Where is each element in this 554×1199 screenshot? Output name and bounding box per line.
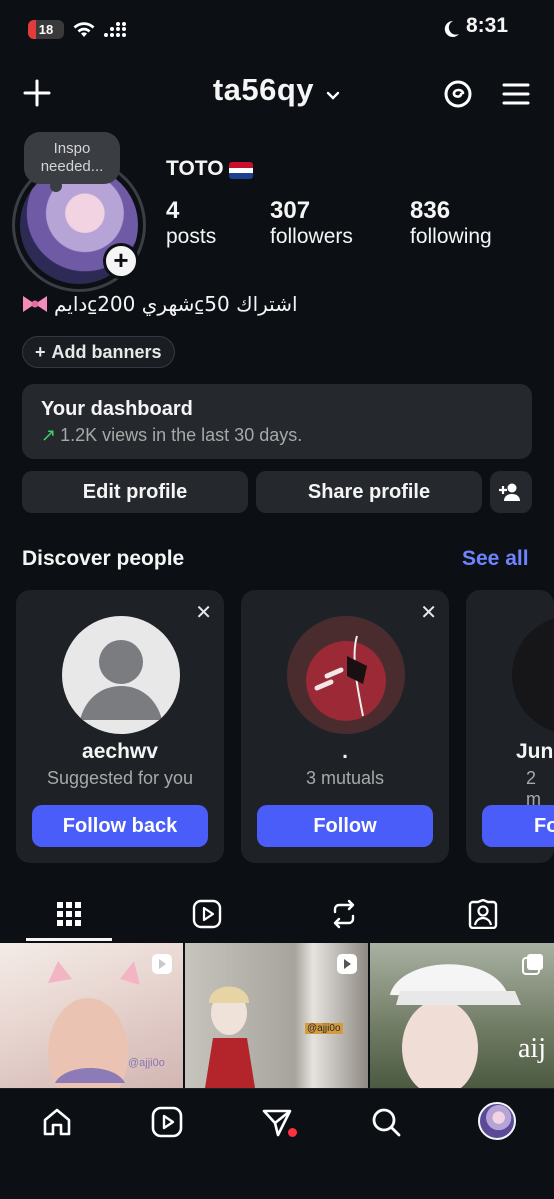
add-story-icon[interactable]: + <box>103 243 139 279</box>
search-icon[interactable] <box>366 1102 406 1142</box>
tab-reposts[interactable] <box>324 894 364 934</box>
close-icon[interactable]: ✕ <box>420 600 437 625</box>
stat-posts[interactable]: 4 posts <box>166 197 216 249</box>
plus-icon: + <box>35 341 46 362</box>
tab-grid[interactable] <box>49 894 89 934</box>
discover-title: Discover people <box>22 547 185 570</box>
dashboard-card[interactable]: Your dashboard ↗ 1.2K views in the last 3… <box>22 384 532 459</box>
suggestion-name: aechwv <box>82 740 158 763</box>
display-name: TOTO <box>166 157 224 180</box>
note-bubble[interactable]: Inspo needed... <box>24 132 120 192</box>
add-person-icon <box>499 483 520 501</box>
bow-icon <box>20 292 50 321</box>
post-thumbnail[interactable]: @ajji0o <box>0 943 183 1088</box>
avatar[interactable] <box>512 616 554 734</box>
suggestion-name: Jun <box>516 740 554 763</box>
username: ta56qy <box>212 72 315 107</box>
netherlands-flag-icon <box>229 162 253 179</box>
notification-dot <box>288 1128 297 1137</box>
follow-button[interactable]: Follow <box>257 805 433 847</box>
status-time: 8:31 <box>466 14 509 37</box>
avatar[interactable] <box>287 616 405 734</box>
grid-icon <box>57 902 81 926</box>
stat-following[interactable]: 836 following <box>410 197 492 249</box>
signal-icon <box>103 22 129 43</box>
post-watermark: aij <box>518 1033 546 1064</box>
post-watermark: @ajji0o <box>128 1057 165 1069</box>
edit-profile-button[interactable]: Edit profile <box>22 471 248 513</box>
tab-indicator <box>26 938 112 941</box>
post-thumbnail[interactable]: @ajji0o <box>185 943 368 1088</box>
trend-up-icon: ↗ <box>41 425 57 445</box>
suggestion-card: ✕ . 3 mutuals Follow <box>241 590 449 863</box>
bio-text: اشتراك 50⃀شهري 200⃀دايم <box>54 292 298 316</box>
tab-tagged[interactable] <box>463 894 503 934</box>
post-thumbnail[interactable]: aij <box>370 943 554 1088</box>
suggestion-card: Jun 2 m Fo <box>466 590 554 863</box>
reels-icon <box>192 899 222 929</box>
reel-badge-icon <box>336 953 358 975</box>
chevron-down-icon <box>325 74 341 110</box>
follow-back-button[interactable]: Follow back <box>32 805 208 847</box>
add-person-button[interactable] <box>490 471 532 513</box>
see-all-link[interactable]: See all <box>462 547 529 571</box>
threads-icon[interactable] <box>440 76 476 112</box>
stat-followers[interactable]: 307 followers <box>270 197 353 249</box>
wifi-icon <box>72 20 96 43</box>
suggestion-reason: 2 m <box>526 768 541 809</box>
reel-badge-icon <box>151 953 173 975</box>
repost-icon <box>333 899 355 929</box>
tab-reels[interactable] <box>187 894 227 934</box>
share-profile-button[interactable]: Share profile <box>256 471 482 513</box>
add-banners-button[interactable]: + Add banners <box>22 336 175 368</box>
suggestion-card: ✕ aechwv Suggested for you Follow back <box>16 590 224 863</box>
battery-indicator: 18 <box>28 20 64 39</box>
suggestion-name: . <box>342 740 348 763</box>
close-icon[interactable]: ✕ <box>195 600 212 625</box>
reels-nav-icon[interactable] <box>147 1102 187 1142</box>
suggestion-reason: 3 mutuals <box>305 768 385 788</box>
carousel-badge-icon <box>522 953 544 975</box>
tagged-icon <box>468 899 498 929</box>
dashboard-subtitle: 1.2K views in the last 30 days. <box>60 425 303 445</box>
home-icon[interactable] <box>37 1102 77 1142</box>
avatar[interactable] <box>62 616 180 734</box>
follow-button[interactable]: Fo <box>482 805 554 847</box>
dashboard-title: Your dashboard <box>41 398 193 420</box>
moon-icon <box>441 19 461 44</box>
profile-nav-avatar[interactable] <box>478 1102 516 1140</box>
post-watermark: @ajji0o <box>305 1023 343 1034</box>
suggestion-reason: Suggested for you <box>46 768 194 788</box>
menu-icon[interactable] <box>500 78 532 110</box>
